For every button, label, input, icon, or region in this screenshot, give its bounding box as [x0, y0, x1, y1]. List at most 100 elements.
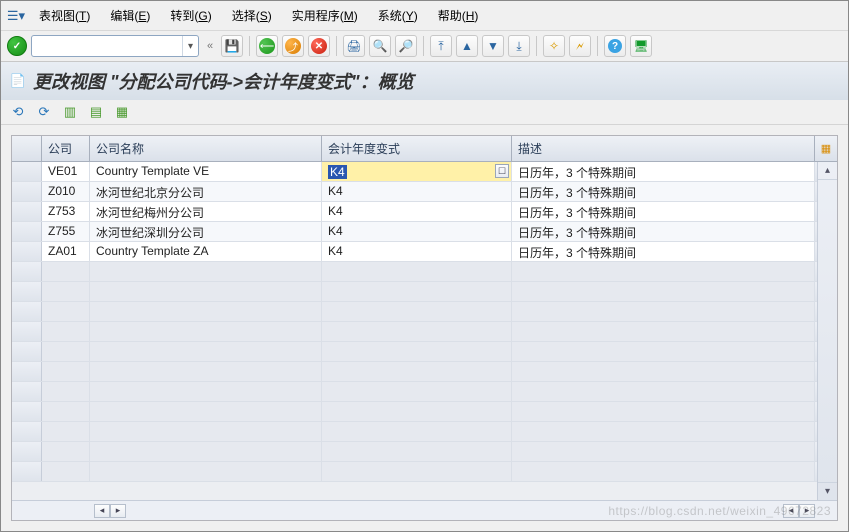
table-row-empty [12, 282, 837, 302]
cell-company-code[interactable]: VE01 [42, 162, 90, 181]
separator [336, 36, 337, 56]
table-row-empty [12, 382, 837, 402]
next-page-button[interactable]: ▼ [482, 35, 504, 57]
cell-description[interactable]: 日历年，3 个特殊期间 [512, 162, 815, 181]
cell-fy-variant[interactable]: K4 [322, 182, 512, 201]
hsb-right-group[interactable]: ◂ ▸ [783, 504, 815, 518]
exit-button[interactable]: ⤴ [282, 35, 304, 57]
help-button[interactable]: ? [604, 35, 626, 57]
header-company-name[interactable]: 公司名称 [90, 136, 322, 161]
layout-button[interactable]: 🖥 [630, 35, 652, 57]
cell-company-name[interactable]: 冰河世纪梅州分公司 [90, 202, 322, 221]
sap-window: ☰▾ 表视图(T)编辑(E)转到(G)选择(S)实用程序(M)系统(Y)帮助(H… [0, 0, 849, 532]
cell-fy-variant[interactable]: K4☐ [322, 162, 512, 181]
table-row[interactable]: Z755冰河世纪深圳分公司K4日历年，3 个特殊期间 [12, 222, 837, 242]
back-button[interactable]: ⟵ [256, 35, 278, 57]
cell-description[interactable]: 日历年，3 个特殊期间 [512, 182, 815, 201]
menu-dropdown-icon[interactable]: ☰▾ [7, 8, 25, 24]
find-button[interactable]: 🔍 [369, 35, 391, 57]
cell-fy-variant[interactable]: K4 [322, 202, 512, 221]
new-session-button[interactable]: ✧ [543, 35, 565, 57]
print-button[interactable]: 🖨 [343, 35, 365, 57]
cell-fy-variant[interactable]: K4 [322, 222, 512, 241]
menu-h[interactable]: 帮助(H) [428, 5, 489, 26]
prev-page-button[interactable]: ▲ [456, 35, 478, 57]
cell-company-code[interactable]: ZA01 [42, 242, 90, 261]
table-row[interactable]: ZA01Country Template ZAK4日历年，3 个特殊期间 [12, 242, 837, 262]
enter-button[interactable]: ✓ [7, 36, 27, 56]
select-block-button[interactable]: ▤ [87, 103, 105, 121]
cell-company-code[interactable]: Z753 [42, 202, 90, 221]
command-input[interactable] [32, 37, 182, 55]
cell-description[interactable]: 日历年，3 个特殊期间 [512, 222, 815, 241]
table-row-empty [12, 322, 837, 342]
cell-company-name[interactable]: Country Template VE [90, 162, 322, 181]
menu-bar: ☰▾ 表视图(T)编辑(E)转到(G)选择(S)实用程序(M)系统(Y)帮助(H… [1, 1, 848, 31]
table-row[interactable]: Z753冰河世纪梅州分公司K4日历年，3 个特殊期间 [12, 202, 837, 222]
table-row-empty [12, 362, 837, 382]
menu-m[interactable]: 实用程序(M) [282, 5, 368, 26]
menu-t[interactable]: 表视图(T) [29, 5, 100, 26]
table-row-empty [12, 262, 837, 282]
command-dropdown-icon[interactable]: ▾ [182, 36, 198, 56]
collapse-icon[interactable]: « [203, 40, 217, 52]
cell-company-name[interactable]: 冰河世纪北京分公司 [90, 182, 322, 201]
table-row-empty [12, 302, 837, 322]
page-title: 更改视图 "分配公司代码->会计年度变式"：概览 [33, 68, 414, 94]
vertical-scrollbar[interactable]: ▴ ▾ [817, 162, 837, 500]
cell-company-name[interactable]: Country Template ZA [90, 242, 322, 261]
deselect-all-button[interactable]: ▦ [113, 103, 131, 121]
table-row[interactable]: Z010冰河世纪北京分公司K4日历年，3 个特殊期间 [12, 182, 837, 202]
find-next-button[interactable]: 🔎 [395, 35, 417, 57]
row-select[interactable] [12, 162, 42, 181]
table-row-empty [12, 422, 837, 442]
first-page-button[interactable]: ⤒ [430, 35, 452, 57]
scroll-down-icon[interactable]: ▾ [818, 482, 837, 500]
header-company-code[interactable]: 公司 [42, 136, 90, 161]
command-field[interactable]: ▾ [31, 35, 199, 57]
save-button[interactable]: 💾 [221, 35, 243, 57]
menu-y[interactable]: 系统(Y) [368, 5, 428, 26]
row-select[interactable] [12, 182, 42, 201]
cancel-button[interactable]: ✕ [308, 35, 330, 57]
cell-description[interactable]: 日历年，3 个特殊期间 [512, 242, 815, 261]
cell-company-name[interactable]: 冰河世纪深圳分公司 [90, 222, 322, 241]
table-settings-icon[interactable]: ▦ [815, 136, 837, 161]
table-row-empty [12, 442, 837, 462]
separator [597, 36, 598, 56]
table-row[interactable]: VE01Country Template VEK4☐日历年，3 个特殊期间 [12, 162, 837, 182]
header-fy-variant[interactable]: 会计年度变式 [322, 136, 512, 161]
last-page-button[interactable]: ⤓ [508, 35, 530, 57]
work-area: 公司 公司名称 会计年度变式 描述 ▦ VE01Country Template… [1, 125, 848, 531]
menu-items: 表视图(T)编辑(E)转到(G)选择(S)实用程序(M)系统(Y)帮助(H) [29, 5, 488, 26]
cell-company-code[interactable]: Z010 [42, 182, 90, 201]
hsb-left-group[interactable]: ◂ ▸ [94, 504, 126, 518]
table-row-empty [12, 402, 837, 422]
cell-description[interactable]: 日历年，3 个特殊期间 [512, 202, 815, 221]
scroll-up-icon[interactable]: ▴ [818, 162, 837, 180]
menu-e[interactable]: 编辑(E) [100, 5, 160, 26]
other-entry-button[interactable]: ⟲ [9, 103, 27, 121]
undo-button[interactable]: ⟳ [35, 103, 53, 121]
select-all-button[interactable]: ▥ [61, 103, 79, 121]
application-toolbar: ⟲ ⟳ ▥ ▤ ▦ [1, 100, 848, 125]
table-header: 公司 公司名称 会计年度变式 描述 ▦ [12, 136, 837, 162]
title-bar: 📄 更改视图 "分配公司代码->会计年度变式"：概览 [1, 62, 848, 100]
row-select[interactable] [12, 202, 42, 221]
cell-company-code[interactable]: Z755 [42, 222, 90, 241]
header-description[interactable]: 描述 [512, 136, 815, 161]
generate-shortcut-button[interactable]: 🗲 [569, 35, 591, 57]
f4-help-icon[interactable]: ☐ [495, 164, 509, 178]
menu-g[interactable]: 转到(G) [160, 5, 221, 26]
menu-s[interactable]: 选择(S) [222, 5, 282, 26]
row-select[interactable] [12, 222, 42, 241]
scroll-left-icon[interactable]: ◂ [94, 504, 110, 518]
scroll-left-icon[interactable]: ◂ [783, 504, 799, 518]
scroll-right-icon[interactable]: ▸ [799, 504, 815, 518]
row-select[interactable] [12, 242, 42, 261]
cell-fy-variant[interactable]: K4 [322, 242, 512, 261]
table-row-empty [12, 462, 837, 482]
header-select-col[interactable] [12, 136, 42, 161]
table-grid: 公司 公司名称 会计年度变式 描述 ▦ VE01Country Template… [11, 135, 838, 521]
scroll-right-icon[interactable]: ▸ [110, 504, 126, 518]
